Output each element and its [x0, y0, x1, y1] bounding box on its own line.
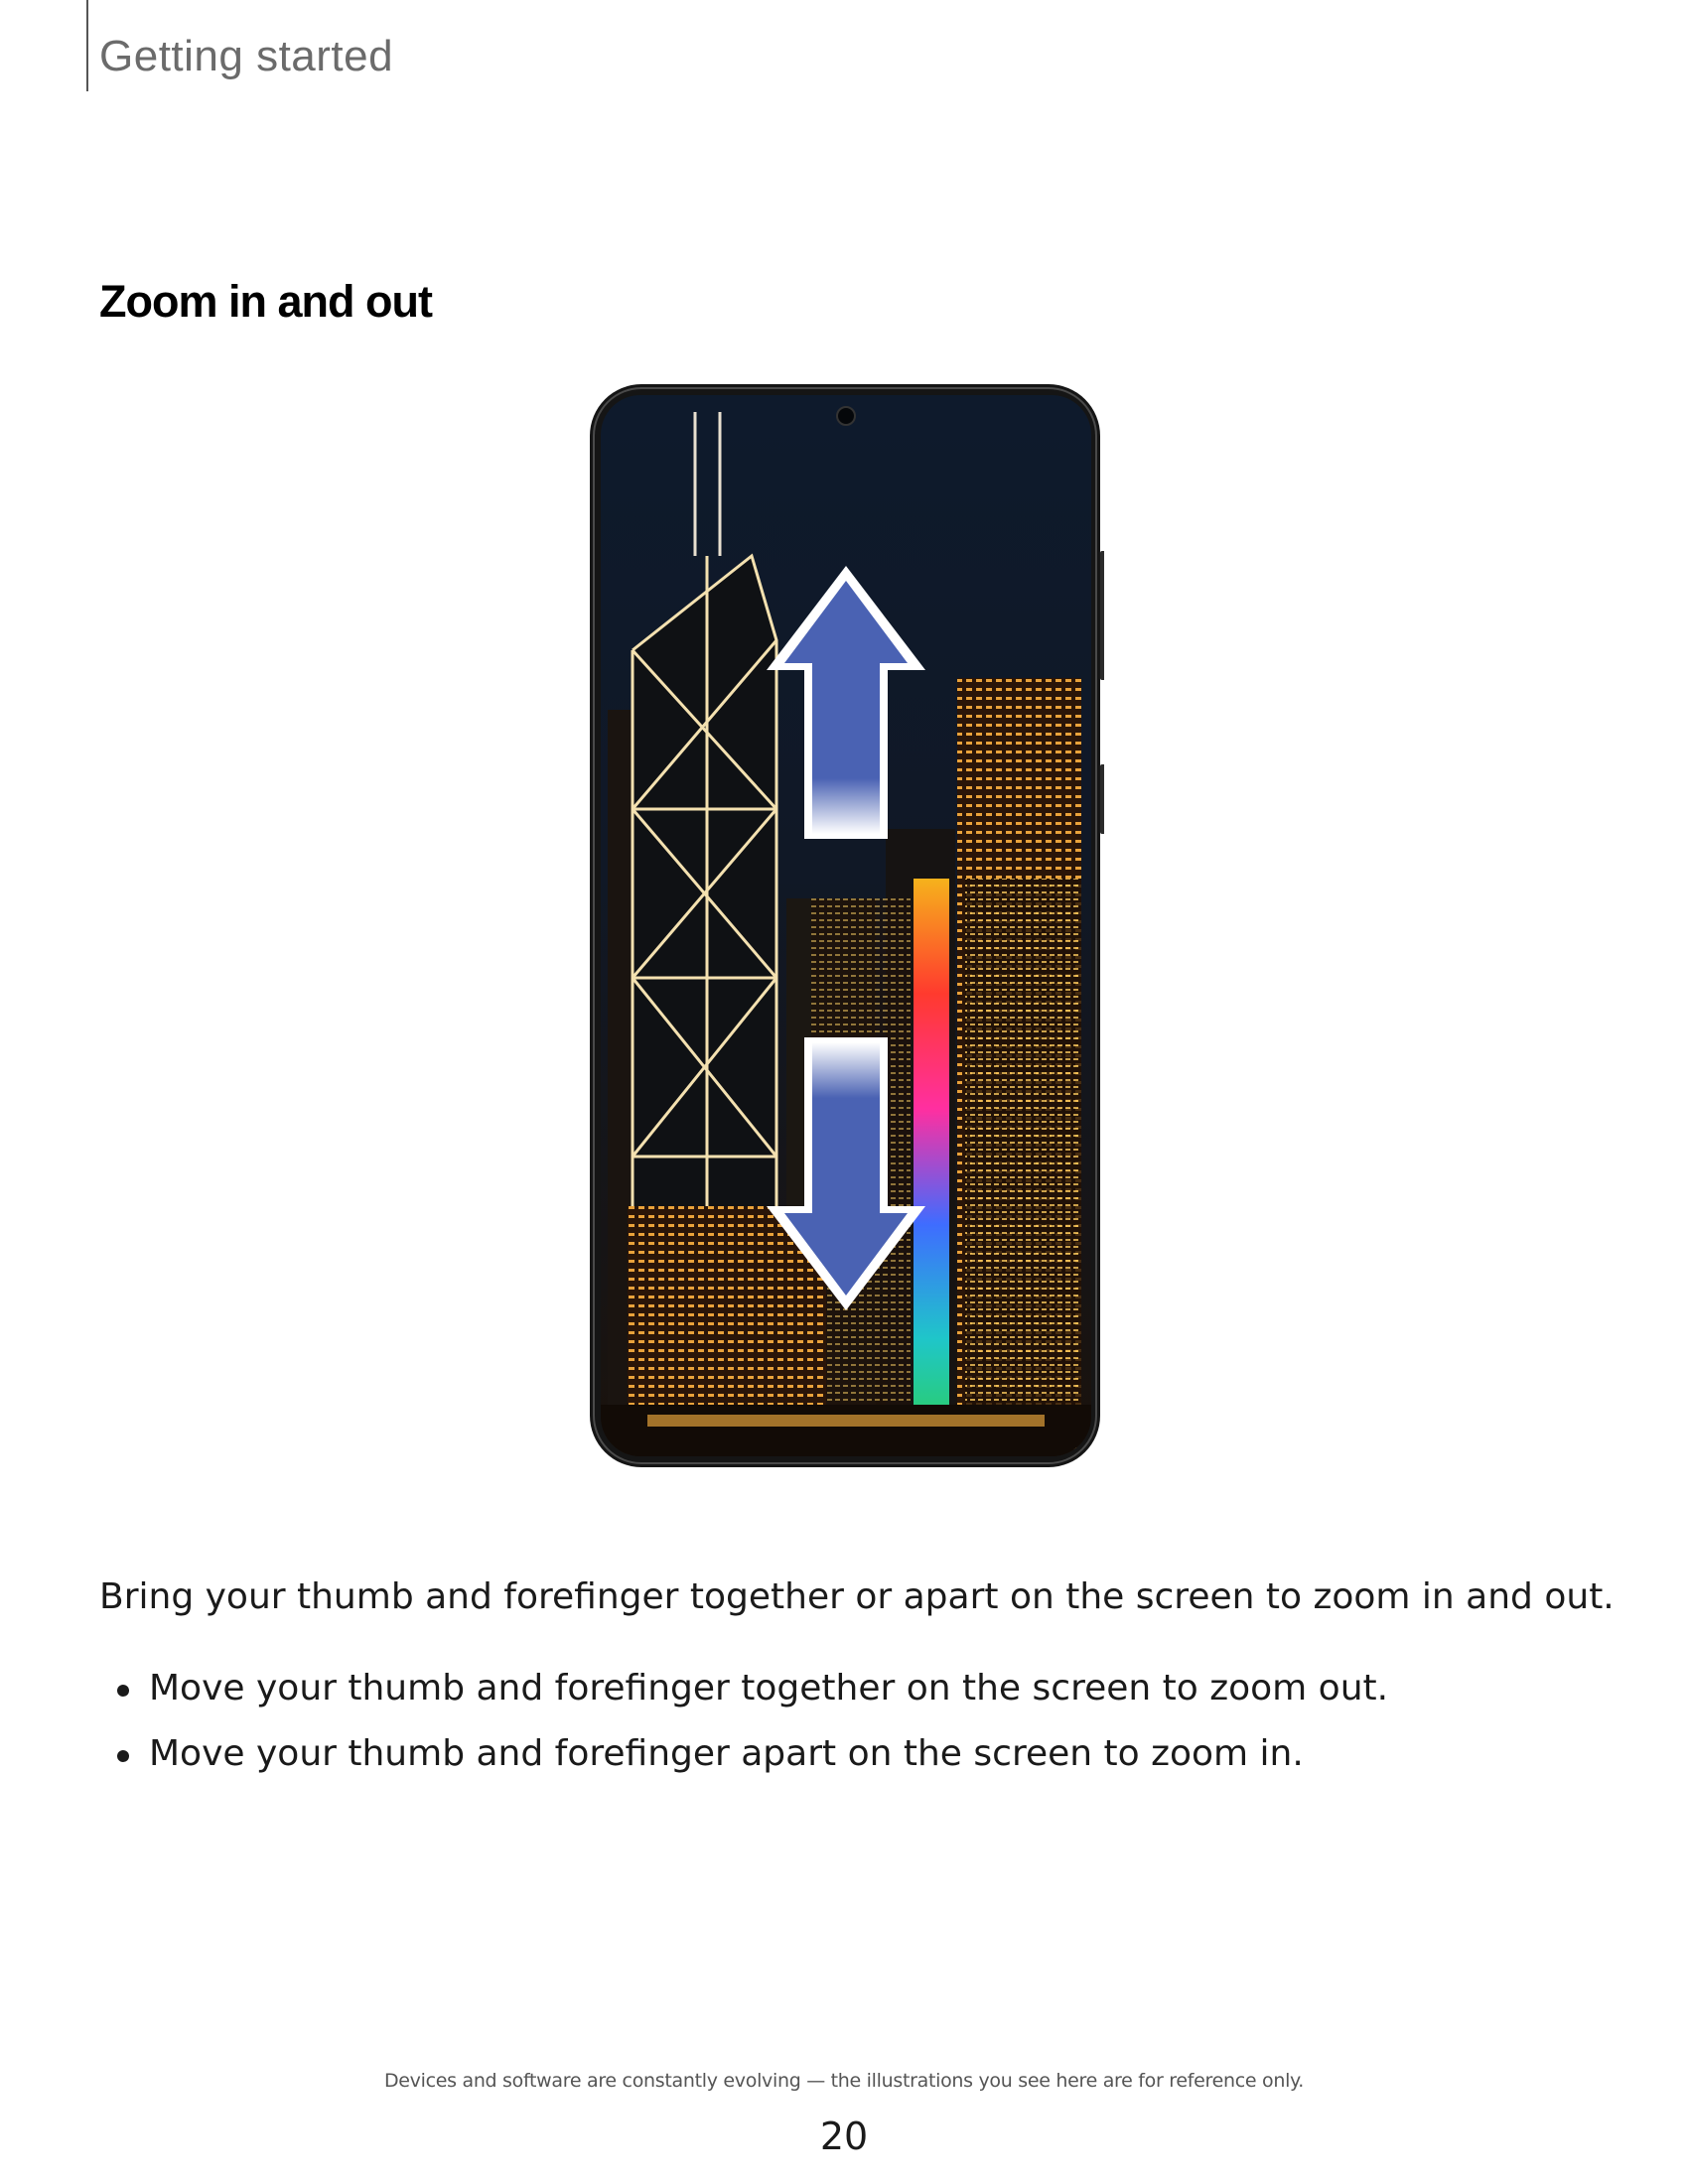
bullet-text: Move your thumb and forefinger apart on …: [149, 1733, 1304, 1774]
bullet-icon: [117, 1685, 129, 1697]
list-item: Move your thumb and forefinger together …: [99, 1656, 1388, 1721]
page-number: 20: [819, 2115, 869, 2158]
header-rule: [86, 0, 88, 91]
bullet-icon: [117, 1750, 129, 1762]
page-heading: Zoom in and out: [99, 276, 433, 327]
list-item: Move your thumb and forefinger apart on …: [99, 1721, 1388, 1787]
footer-disclaimer: Devices and software are constantly evol…: [383, 2070, 1305, 2092]
bullet-text: Move your thumb and forefinger together …: [149, 1668, 1389, 1708]
phone-pinch-zoom-illustration-icon: [590, 384, 1106, 1467]
body-intro: Bring your thumb and forefinger together…: [99, 1576, 1615, 1617]
phone-illustration: [588, 382, 1106, 1469]
section-label: Getting started: [99, 32, 394, 80]
bullet-list: Move your thumb and forefinger together …: [99, 1656, 1388, 1787]
